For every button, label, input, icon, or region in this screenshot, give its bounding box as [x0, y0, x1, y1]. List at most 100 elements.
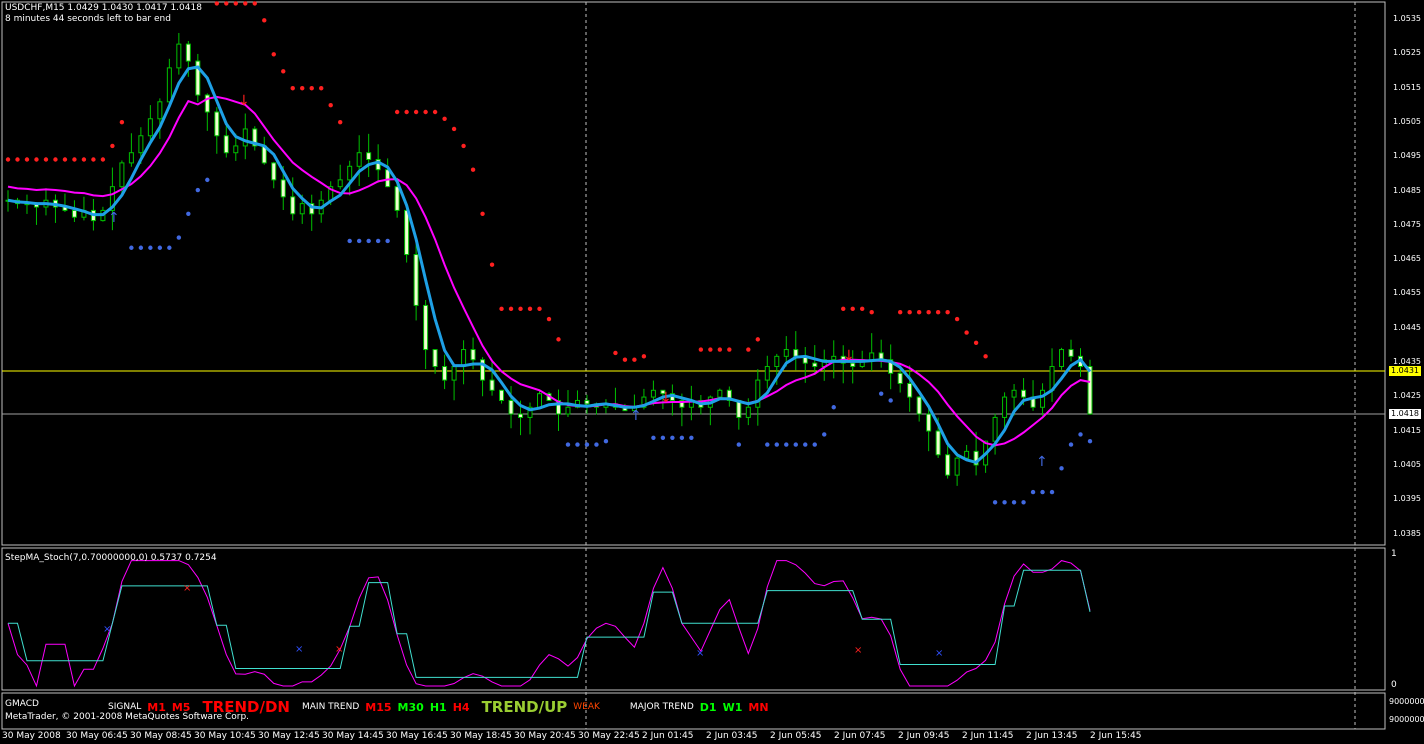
stop-dot — [394, 109, 400, 115]
stop-dot — [765, 442, 770, 447]
stop-dot — [290, 86, 295, 91]
stop-dot — [641, 354, 647, 359]
stop-dot — [784, 442, 789, 447]
price-tick: 1.0535 — [1393, 14, 1421, 23]
candle — [1040, 383, 1046, 416]
gmacd-title: GMACD — [5, 699, 39, 709]
candle — [888, 344, 894, 390]
candle — [195, 53, 201, 103]
stop-dot — [442, 116, 447, 121]
stop-dot — [110, 143, 115, 149]
price-tick: 1.0425 — [1393, 391, 1421, 401]
timeframe-flag: W1 — [722, 700, 743, 714]
stop-dot — [708, 347, 713, 352]
candle — [147, 105, 153, 142]
gmacd-scale-top: 9000000 — [1389, 697, 1424, 706]
stop-dot — [613, 350, 618, 356]
stop-dot — [262, 18, 267, 23]
time-tick: 2 Jun 11:45 — [962, 731, 1014, 741]
stop-dot — [717, 347, 723, 352]
candlestick-series — [5, 32, 1093, 486]
stop-dot — [774, 442, 779, 447]
price-chart[interactable]: ↑ ↓ ↑ ↓ ↓ ↑ × × × × × × × — [0, 0, 1424, 744]
main-trend-timeframes: M15 M30 H1 H4 — [365, 701, 475, 714]
candle — [831, 340, 837, 379]
stop-dot — [793, 442, 798, 447]
stop-dot — [622, 357, 628, 362]
stop-dot — [916, 310, 922, 315]
stop-dot — [24, 157, 30, 162]
stop-dot — [129, 245, 134, 250]
stop-dot — [195, 187, 201, 193]
stop-dot — [727, 347, 732, 352]
sell-arrow-icon: ↓ — [660, 390, 672, 406]
price-tick: 1.0385 — [1393, 528, 1421, 538]
stop-dot — [736, 442, 742, 447]
stop-dot — [480, 211, 485, 217]
candle — [157, 98, 163, 139]
stop-dot — [1021, 500, 1026, 505]
stop-dot — [860, 306, 865, 312]
stop-dot — [375, 238, 381, 244]
stop-dot — [1011, 500, 1017, 505]
stop-dot — [34, 157, 39, 162]
candle — [81, 196, 87, 221]
price-tick: 1.0415 — [1393, 425, 1421, 435]
stop-dot — [518, 306, 523, 312]
candle — [432, 349, 438, 374]
candle — [271, 161, 277, 189]
stop-dot — [1068, 442, 1074, 447]
stop-dot — [1040, 489, 1045, 495]
candle — [878, 339, 884, 368]
candle — [347, 160, 353, 196]
stop-dot — [499, 306, 504, 312]
price-tick: 1.0495 — [1393, 151, 1421, 161]
stop-dot — [233, 1, 238, 6]
gmacd-signal-panel: SIGNAL M1 M5 TREND/DN MAIN TREND M15 M30 H1… — [108, 697, 781, 717]
stop-dot — [897, 310, 903, 315]
stop-dot — [679, 435, 685, 440]
time-tick: 30 May 22:45 — [578, 731, 640, 741]
time-tick: 2 Jun 09:45 — [898, 731, 950, 741]
candle — [261, 136, 267, 165]
timeframe-flag: M30 — [397, 700, 424, 714]
stop-dot — [224, 1, 229, 6]
stop-dot — [812, 442, 817, 447]
candle — [33, 202, 39, 225]
timeframe-flag: H1 — [429, 700, 447, 714]
cross-icon: × — [696, 648, 704, 659]
candle — [366, 133, 372, 178]
cross-icon: × — [854, 645, 862, 656]
candle — [717, 388, 723, 399]
stop-dot — [252, 1, 257, 6]
timeframe-flag: MN — [748, 700, 769, 714]
stop-dot — [81, 157, 87, 162]
stop-dot — [15, 157, 20, 162]
candle — [356, 135, 362, 187]
moving-average-line — [7, 65, 1092, 465]
weak-label: WEAK — [573, 702, 600, 712]
candle — [755, 369, 761, 426]
price-tick: 1.0405 — [1393, 459, 1421, 469]
stop-dot — [670, 435, 675, 440]
main-trend-value: TREND/UP — [481, 698, 568, 716]
stop-dot — [565, 442, 571, 447]
stoch-stepma-line — [7, 560, 1091, 688]
time-tick: 30 May 2008 — [2, 731, 61, 741]
timeframe-flag: M1 — [147, 700, 166, 714]
signal-trend: TREND/DN — [202, 698, 290, 716]
time-tick: 30 May 20:45 — [514, 731, 576, 741]
stop-dot — [176, 235, 182, 240]
stop-dot — [841, 306, 846, 312]
candle — [128, 133, 134, 167]
price-tick: 1.0515 — [1393, 82, 1421, 92]
candle — [43, 188, 49, 216]
price-tick: 1.0445 — [1393, 322, 1421, 332]
stop-dot — [319, 86, 324, 91]
price-tick: 1.0465 — [1393, 254, 1421, 264]
stop-dot — [508, 306, 514, 312]
gmacd-scale-bottom: 9000000 — [1389, 715, 1424, 724]
stoch-cross-markers: × × × × × × × — [103, 583, 943, 659]
stop-dot — [91, 157, 96, 162]
stop-dot — [366, 238, 371, 244]
